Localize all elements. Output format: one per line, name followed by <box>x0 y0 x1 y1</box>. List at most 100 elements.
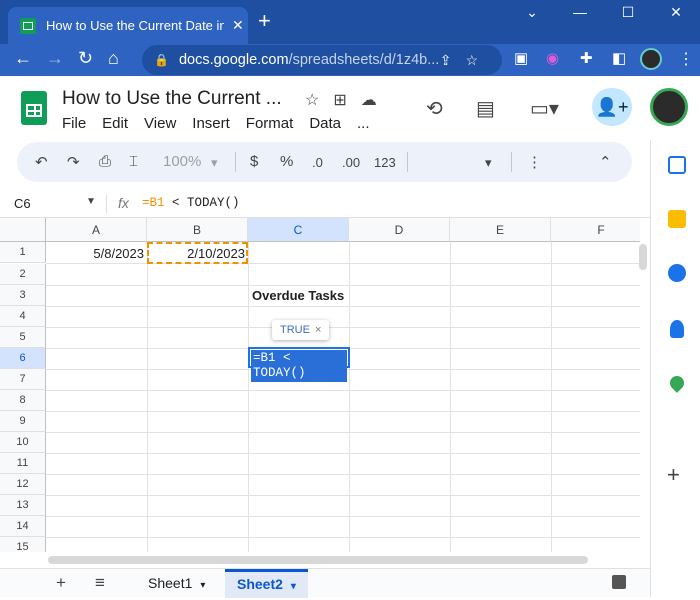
star-icon[interactable]: ☆ <box>305 92 333 109</box>
column-header-d[interactable]: D <box>349 218 450 242</box>
share-button[interactable]: 👤+ <box>592 88 632 126</box>
column-header-a[interactable]: A <box>46 218 147 242</box>
cell-b1[interactable]: 2/10/2023 <box>187 246 245 261</box>
calendar-icon[interactable] <box>668 156 686 174</box>
vertical-scrollbar[interactable] <box>639 244 647 270</box>
row-header-3[interactable]: 3 <box>0 285 46 306</box>
row-header-7[interactable]: 7 <box>0 369 46 390</box>
menu-edit[interactable]: Edit <box>102 115 128 132</box>
window-controls: ⌄ — ☐ ✕ <box>508 0 700 26</box>
browser-profile-avatar[interactable] <box>640 48 662 70</box>
redo-icon[interactable]: ↷ <box>67 153 80 171</box>
sheet-tab-sheet2[interactable]: Sheet2 ▾ <box>225 569 308 598</box>
minimize-button[interactable]: — <box>556 0 604 26</box>
undo-icon[interactable]: ↶ <box>35 153 48 171</box>
percent-button[interactable]: % <box>280 153 293 170</box>
extension-icon[interactable]: ▣ <box>514 49 528 67</box>
forward-icon[interactable]: → <box>46 48 64 69</box>
reload-icon[interactable]: ↻ <box>78 48 93 69</box>
contacts-icon[interactable] <box>670 320 684 338</box>
column-header-b[interactable]: B <box>147 218 248 242</box>
name-box[interactable]: C6 <box>14 196 31 211</box>
row-header-8[interactable]: 8 <box>0 390 46 411</box>
zoom-dropdown-icon[interactable]: ▾ <box>211 155 218 171</box>
row-header-1[interactable]: 1 <box>0 242 46 263</box>
cloud-status-icon[interactable]: ☁ <box>361 92 391 109</box>
menu-file[interactable]: File <box>62 115 86 132</box>
grid-line <box>46 432 640 433</box>
formula-input[interactable]: =B1 < TODAY() <box>142 196 240 210</box>
browser-menu-icon[interactable]: ⋮ <box>678 49 694 69</box>
decrease-decimal-button[interactable]: .0 <box>312 155 323 170</box>
column-header-f[interactable]: F <box>551 218 640 242</box>
add-sheet-button[interactable]: + <box>56 573 66 593</box>
select-all-corner[interactable] <box>0 218 46 242</box>
document-title[interactable]: How to Use the Current ... <box>62 88 282 110</box>
extensions-puzzle-icon[interactable]: ✚ <box>580 49 593 67</box>
tab-close-icon[interactable]: ✕ <box>232 17 244 34</box>
paint-format-icon[interactable]: ⌶ <box>129 153 138 170</box>
menu-more[interactable]: ... <box>357 115 370 132</box>
row-header-13[interactable]: 13 <box>0 495 46 516</box>
number-format-button[interactable]: 123 <box>374 155 396 170</box>
row-header-4[interactable]: 4 <box>0 306 46 327</box>
sheet-tab-sheet1[interactable]: Sheet1 ▾ <box>136 569 217 598</box>
name-box-dropdown-icon[interactable]: ▼ <box>86 196 96 207</box>
close-window-button[interactable]: ✕ <box>652 0 700 26</box>
tab-search-icon[interactable]: ⌄ <box>508 0 556 26</box>
add-addon-icon[interactable]: + <box>667 462 680 488</box>
spreadsheet-grid[interactable]: A B C D E F 1 2 3 4 5 6 7 8 9 10 11 12 13 14 15 5/8/20… <box>0 218 640 552</box>
menu-data[interactable]: Data <box>309 115 341 132</box>
home-icon[interactable]: ⌂ <box>108 48 119 69</box>
cell-editor-c6[interactable]: =B1 < TODAY() <box>248 347 350 382</box>
maps-icon[interactable] <box>667 373 687 393</box>
row-header-11[interactable]: 11 <box>0 453 46 474</box>
extension-icon-2[interactable]: ◉ <box>546 49 559 67</box>
explore-icon[interactable] <box>612 575 626 589</box>
print-icon[interactable]: ⎙ <box>99 153 111 170</box>
browser-tab[interactable]: How to Use the Current Date in G ✕ <box>8 7 248 44</box>
account-avatar[interactable] <box>650 88 688 126</box>
side-panel-icon[interactable]: ◧ <box>612 49 626 67</box>
share-bookmark-icons[interactable]: ⇪☆ <box>440 52 492 69</box>
row-header-12[interactable]: 12 <box>0 474 46 495</box>
row-header-14[interactable]: 14 <box>0 516 46 537</box>
maximize-button[interactable]: ☐ <box>604 0 652 26</box>
grid-line <box>450 242 451 552</box>
horizontal-scrollbar[interactable] <box>48 556 588 564</box>
row-header-10[interactable]: 10 <box>0 432 46 453</box>
meet-icon[interactable]: ▭▾ <box>530 96 559 121</box>
column-header-e[interactable]: E <box>450 218 551 242</box>
all-sheets-icon[interactable]: ≡ <box>95 573 105 593</box>
row-header-5[interactable]: 5 <box>0 327 46 348</box>
lock-icon[interactable]: 🔒 <box>154 53 169 67</box>
collapse-toolbar-icon[interactable]: ⌃ <box>599 153 612 171</box>
row-header-6[interactable]: 6 <box>0 348 46 369</box>
cell-c3[interactable]: Overdue Tasks <box>252 288 344 303</box>
tooltip-close-icon[interactable]: × <box>315 324 321 336</box>
address-bar[interactable]: 🔒 docs.google.com/spreadsheets/d/1z4b...… <box>142 45 502 75</box>
comments-icon[interactable]: ▤ <box>476 96 495 121</box>
move-folder-icon[interactable]: ⊞ <box>333 92 360 109</box>
keep-icon[interactable] <box>668 210 686 228</box>
sheets-logo-icon[interactable] <box>21 91 47 125</box>
menu-insert[interactable]: Insert <box>192 115 230 132</box>
cell-a1[interactable]: 5/8/2023 <box>93 246 144 261</box>
row-header-15[interactable]: 15 <box>0 537 46 552</box>
more-options-icon[interactable]: ⋮ <box>527 153 542 171</box>
zoom-select[interactable]: 100% <box>163 153 201 170</box>
tasks-icon[interactable] <box>668 264 686 282</box>
currency-button[interactable]: $ <box>250 153 258 170</box>
row-header-9[interactable]: 9 <box>0 411 46 432</box>
row-header-2[interactable]: 2 <box>0 264 46 285</box>
version-history-icon[interactable]: ⟲ <box>426 96 443 121</box>
column-header-c[interactable]: C <box>248 218 349 242</box>
font-dropdown-icon[interactable]: ▾ <box>485 155 492 171</box>
new-tab-button[interactable]: + <box>258 8 271 34</box>
sheet-tab-menu-icon[interactable]: ▾ <box>200 580 205 591</box>
increase-decimal-button[interactable]: .00 <box>342 155 360 170</box>
menu-format[interactable]: Format <box>246 115 294 132</box>
sheet-tab-menu-icon[interactable]: ▾ <box>291 581 296 592</box>
menu-view[interactable]: View <box>144 115 176 132</box>
back-icon[interactable]: ← <box>14 48 32 69</box>
